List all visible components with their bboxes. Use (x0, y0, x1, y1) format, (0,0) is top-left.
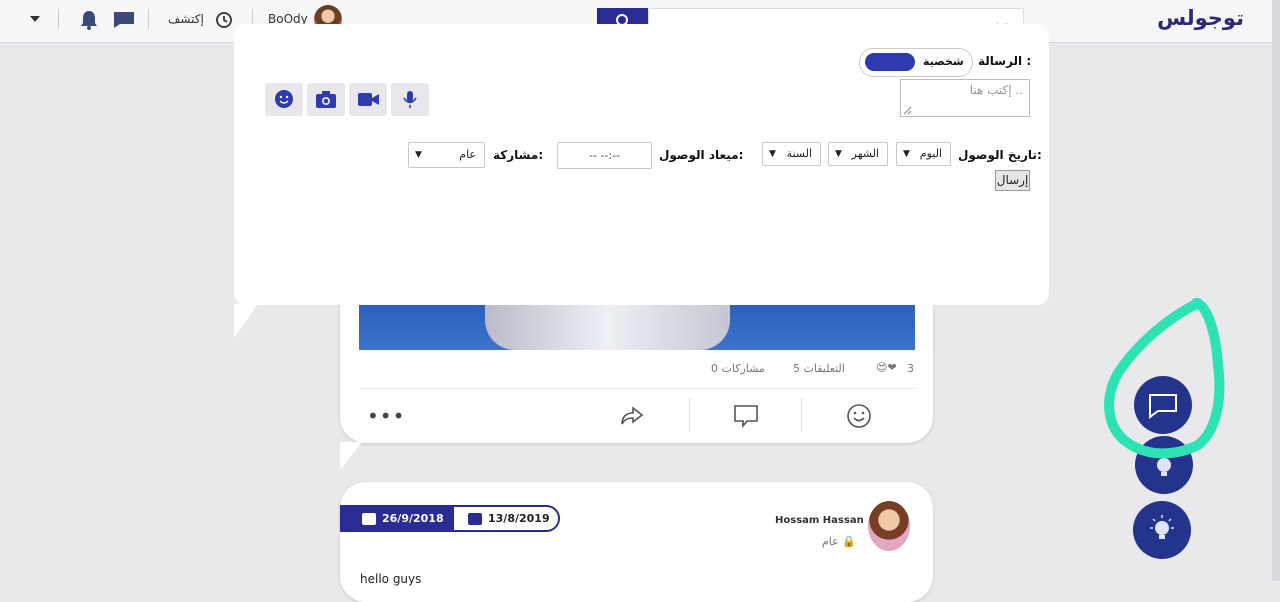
smiley-icon (275, 90, 293, 108)
dropdown-arrow-icon: ▼ (835, 149, 842, 159)
lock-icon: 🔒 (842, 535, 856, 548)
emoji-button[interactable] (265, 83, 303, 116)
chevron-down-icon[interactable] (29, 14, 41, 24)
resize-handle-icon[interactable] (902, 105, 912, 115)
message-label: الرسالة : (978, 54, 1032, 68)
post-divider (359, 388, 915, 389)
photo-button[interactable] (307, 83, 345, 116)
history-icon[interactable] (214, 10, 234, 30)
share-icon[interactable] (619, 404, 645, 428)
action-divider (689, 398, 690, 432)
dropdown-arrow-icon: ▼ (903, 149, 910, 159)
textarea-placeholder: إكتب هنا .. (969, 83, 1023, 97)
dropdown-arrow-icon: ▼ (769, 149, 776, 159)
share-select[interactable]: ▼ عام (408, 142, 485, 168)
video-camera-icon (358, 93, 379, 106)
header-divider (58, 9, 59, 29)
due-date-badge: 26/9/2018 (342, 507, 454, 530)
message-textarea[interactable]: إكتب هنا .. (900, 79, 1030, 117)
check-calendar-icon (362, 513, 376, 525)
lightbulb-icon (1150, 515, 1174, 539)
toggle-knob (865, 53, 915, 71)
action-divider (801, 398, 802, 432)
page-scrollbar[interactable] (1272, 0, 1280, 581)
microphone-icon (403, 91, 417, 108)
message-type-toggle[interactable]: شخصية (859, 48, 973, 77)
arrival-time-input[interactable]: -- --:-- (557, 142, 652, 169)
site-logo[interactable]: توجولس (1157, 6, 1244, 30)
author-avatar[interactable] (868, 501, 910, 551)
arrival-time-label: ميعاد الوصول: (659, 148, 744, 162)
modal-tail (234, 304, 258, 338)
dropdown-arrow-icon: ▼ (415, 150, 422, 160)
ideas-fab[interactable] (1133, 501, 1191, 559)
comments-count[interactable]: 5 التعليقات (793, 362, 845, 375)
toggle-label: شخصية (923, 55, 964, 68)
send-button[interactable]: إرسال (995, 170, 1030, 191)
explore-link[interactable]: إكتشف (168, 12, 204, 26)
day-select[interactable]: ▼ اليوم (896, 142, 951, 166)
post-card-tail (340, 442, 362, 470)
more-options-icon[interactable]: ••• (367, 404, 405, 428)
highlight-annotation (1104, 298, 1225, 459)
header-divider (148, 9, 149, 29)
post-dates: 26/9/2018 13/8/2019 (340, 505, 560, 532)
edit-calendar-icon (468, 513, 482, 525)
messages-icon[interactable] (112, 10, 136, 30)
video-button[interactable] (349, 83, 387, 116)
arrival-date-label: تاريخ الوصول: (958, 148, 1042, 162)
post-privacy: عام 🔒 (822, 535, 856, 548)
comment-icon[interactable] (733, 404, 759, 428)
react-smiley-icon[interactable] (846, 403, 872, 429)
created-date-badge: 13/8/2019 (454, 507, 558, 530)
camera-icon (316, 91, 336, 108)
bell-icon[interactable] (79, 9, 99, 31)
reactions-count[interactable]: 3 (907, 362, 914, 375)
post-text: hello guys (360, 572, 422, 586)
share-label: مشاركة: (493, 148, 544, 162)
voice-button[interactable] (391, 83, 429, 116)
post-image-subject (485, 300, 730, 350)
year-select[interactable]: ▼ السنة (762, 142, 821, 166)
post-author[interactable]: Hossam Hassan (775, 515, 864, 526)
reactions-emoji-icon[interactable]: 😍❤ (876, 361, 897, 374)
month-select[interactable]: ▼ الشهر (828, 142, 888, 166)
shares-count[interactable]: 0 مشاركات (711, 362, 765, 375)
